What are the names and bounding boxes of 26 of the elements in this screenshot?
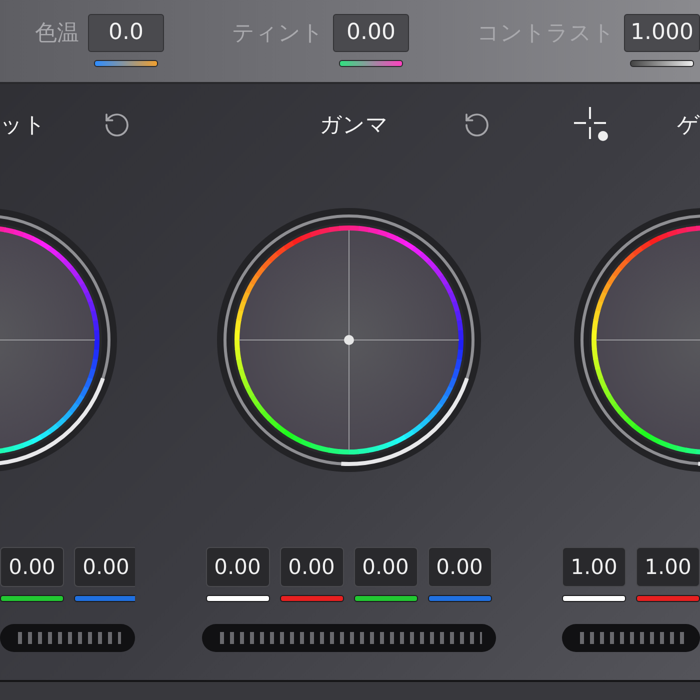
reset-icon[interactable]: [103, 111, 131, 139]
color-wheel[interactable]: [571, 205, 700, 475]
gradient-bar: [339, 60, 403, 67]
value-field[interactable]: 0.00: [280, 547, 344, 587]
reset-icon[interactable]: [462, 111, 490, 139]
parameter-label: ティント: [232, 20, 324, 48]
jog-wheel[interactable]: [202, 624, 496, 652]
value-field[interactable]: 1.00: [636, 547, 700, 587]
wheel-title: ット: [0, 112, 46, 140]
jog-wheel[interactable]: [0, 624, 135, 652]
value-field[interactable]: 0.00: [428, 547, 492, 587]
value-field[interactable]: 0.00: [333, 14, 409, 52]
wheel-title: ガンマ: [320, 112, 388, 140]
value-field[interactable]: 1.00: [562, 547, 626, 587]
value-field[interactable]: 0.0: [88, 14, 164, 52]
value-field[interactable]: 0.00: [0, 547, 64, 587]
wheel-title: ゲ: [677, 112, 700, 140]
gradient-bar: [630, 60, 694, 67]
value-field[interactable]: 0.00: [74, 547, 135, 587]
parameter-label: 色温: [35, 20, 79, 48]
value-field[interactable]: 0.00: [354, 547, 418, 587]
jog-wheel[interactable]: [562, 624, 700, 652]
crosshair-picker-icon[interactable]: [574, 107, 610, 143]
value-field[interactable]: 0.00: [206, 547, 270, 587]
gradient-bar: [94, 60, 158, 67]
value-field[interactable]: 1.000: [624, 14, 700, 52]
